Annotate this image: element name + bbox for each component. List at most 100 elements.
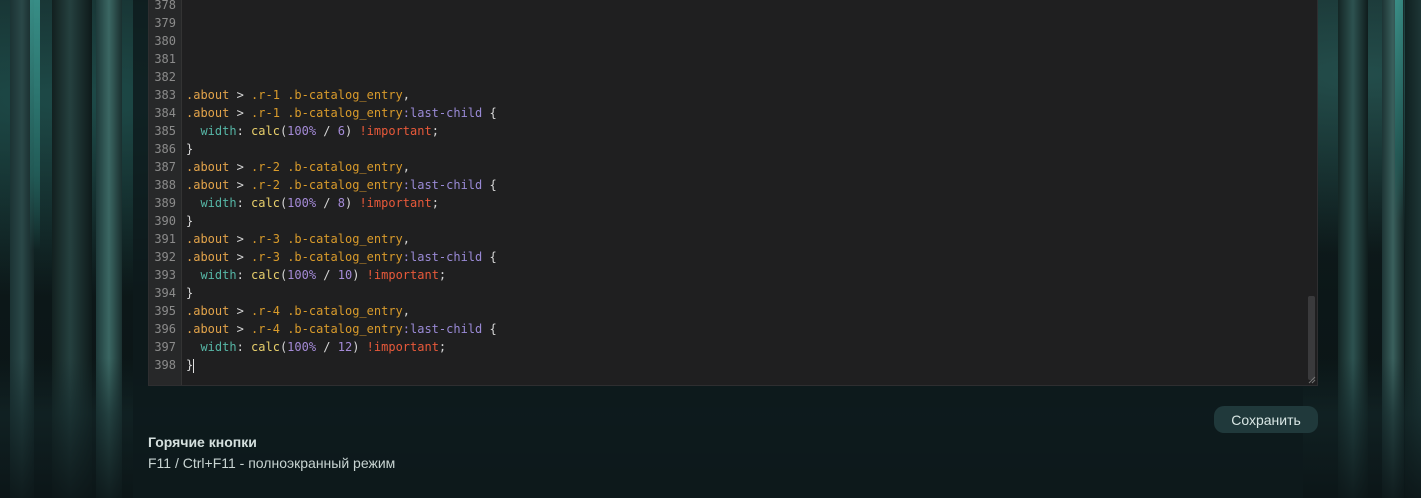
code-line[interactable]: 382 (149, 68, 1317, 86)
code-token: } (186, 214, 194, 228)
line-number: 393 (154, 268, 176, 282)
code-line[interactable]: 385 width: calc(100% / 6) !important; (149, 122, 1317, 140)
code-line[interactable]: 380 (149, 32, 1317, 50)
code-token: > (229, 178, 252, 192)
code-line[interactable]: 392 .about > .r-3 .b-catalog_entry:last-c… (149, 248, 1317, 266)
line-number: 396 (154, 322, 176, 336)
code-text: .about > .r-4 .b-catalog_entry, (186, 302, 410, 320)
code-text: } (186, 212, 193, 230)
code-token: 10 (337, 268, 353, 282)
code-line[interactable]: 394} (149, 284, 1317, 302)
code-token: { (482, 178, 497, 192)
code-token: : (236, 268, 252, 282)
code-text: .about > .r-1 .b-catalog_entry, (186, 86, 410, 104)
code-line[interactable]: 398} (149, 356, 1317, 374)
code-token: ; (431, 124, 439, 138)
code-line[interactable]: 387 .about > .r-2 .b-catalog_entry, (149, 158, 1317, 176)
code-token: calc (251, 340, 280, 354)
code-token: : (236, 124, 252, 138)
code-text: .about > .r-1 .b-catalog_entry:last-chil… (186, 104, 497, 122)
code-token: 100% (287, 196, 317, 210)
save-button[interactable]: Сохранить (1214, 406, 1318, 433)
resize-handle-icon[interactable] (1308, 376, 1316, 384)
code-token: { (482, 250, 497, 264)
hotkeys-title: Горячие кнопки (148, 434, 257, 450)
code-token: ; (438, 340, 447, 354)
editor-scrollbar[interactable] (1308, 296, 1315, 380)
code-line[interactable]: 390} (149, 212, 1317, 230)
code-line[interactable]: 388 .about > .r-2 .b-catalog_entry:last-c… (149, 176, 1317, 194)
code-line[interactable]: 395 .about > .r-4 .b-catalog_entry, (149, 302, 1317, 320)
code-token: > (229, 250, 252, 264)
code-token: } (186, 358, 194, 372)
code-text: } (186, 356, 195, 374)
line-number: 380 (154, 34, 176, 48)
code-token: .about (186, 88, 230, 102)
code-token: calc (251, 196, 280, 210)
code-token: .about (186, 160, 230, 174)
code-text: width: calc(100% / 10) !important; (186, 266, 446, 284)
code-token: .about (186, 178, 230, 192)
code-token: > (229, 106, 252, 120)
line-number: 384 (154, 106, 176, 120)
code-token: { (482, 322, 497, 336)
line-number: 386 (154, 142, 176, 156)
line-number: 392 (154, 250, 176, 264)
code-text: } (186, 140, 193, 158)
code-token: .r-3 (251, 250, 280, 264)
code-token: .r-2 (251, 178, 280, 192)
code-line[interactable]: 396 .about > .r-4 .b-catalog_entry:last-c… (149, 320, 1317, 338)
code-token: 12 (337, 340, 353, 354)
code-token: :last-child (402, 178, 483, 192)
code-token: / (316, 196, 338, 210)
code-token: > (229, 232, 252, 246)
code-line[interactable]: 397 width: calc(100% / 12) !important; (149, 338, 1317, 356)
code-token: 100% (287, 268, 317, 282)
code-token: 8 (337, 196, 345, 210)
code-line[interactable]: 391 .about > .r-3 .b-catalog_entry, (149, 230, 1317, 248)
line-number: 381 (154, 52, 176, 66)
code-token: :last-child (402, 106, 483, 120)
code-line[interactable]: 386} (149, 140, 1317, 158)
code-token: , (402, 304, 411, 318)
line-number: 394 (154, 286, 176, 300)
code-text: width: calc(100% / 8) !important; (186, 194, 438, 212)
code-line[interactable]: 384 .about > .r-1 .b-catalog_entry:last-c… (149, 104, 1317, 122)
code-token: : (236, 340, 252, 354)
code-token: width (200, 340, 237, 354)
code-text: width: calc(100% / 6) !important; (186, 122, 439, 140)
code-line[interactable]: 389 width: calc(100% / 8) !important; (149, 194, 1317, 212)
code-text: .about > .r-4 .b-catalog_entry:last-chil… (186, 320, 497, 338)
code-line[interactable]: 379 (149, 14, 1317, 32)
code-token: .b-catalog_entry (287, 322, 403, 336)
code-token: .r-4 (251, 304, 280, 318)
code-token: width (200, 124, 237, 138)
line-number: 398 (154, 358, 176, 372)
line-number: 388 (154, 178, 176, 192)
css-code-editor[interactable]: 378 379 380 381 382 383 .about > .r-1 .b-catal… (148, 0, 1318, 386)
code-line[interactable]: 381 (149, 50, 1317, 68)
code-text: } (186, 284, 193, 302)
line-number: 383 (154, 88, 176, 102)
code-token: , (402, 88, 411, 102)
code-line[interactable]: 393 width: calc(100% / 10) !important; (149, 266, 1317, 284)
code-token: > (229, 304, 252, 318)
line-number: 389 (154, 196, 176, 210)
code-token: width (200, 268, 237, 282)
code-token: ; (438, 268, 447, 282)
code-token: > (229, 88, 252, 102)
code-token: / (316, 340, 338, 354)
code-token: .about (186, 232, 230, 246)
code-line[interactable]: 378 (149, 0, 1317, 14)
line-number: 382 (154, 70, 176, 84)
code-token: , (402, 232, 411, 246)
code-token: .b-catalog_entry (287, 232, 403, 246)
code-token: : (236, 196, 252, 210)
code-line[interactable]: 383 .about > .r-1 .b-catalog_entry, (149, 86, 1317, 104)
code-token: ) (345, 124, 360, 138)
code-token: .r-1 (251, 106, 280, 120)
code-text: .about > .r-2 .b-catalog_entry, (186, 158, 410, 176)
code-lines[interactable]: 378 379 380 381 382 383 .about > .r-1 .b-catal… (149, 0, 1317, 374)
